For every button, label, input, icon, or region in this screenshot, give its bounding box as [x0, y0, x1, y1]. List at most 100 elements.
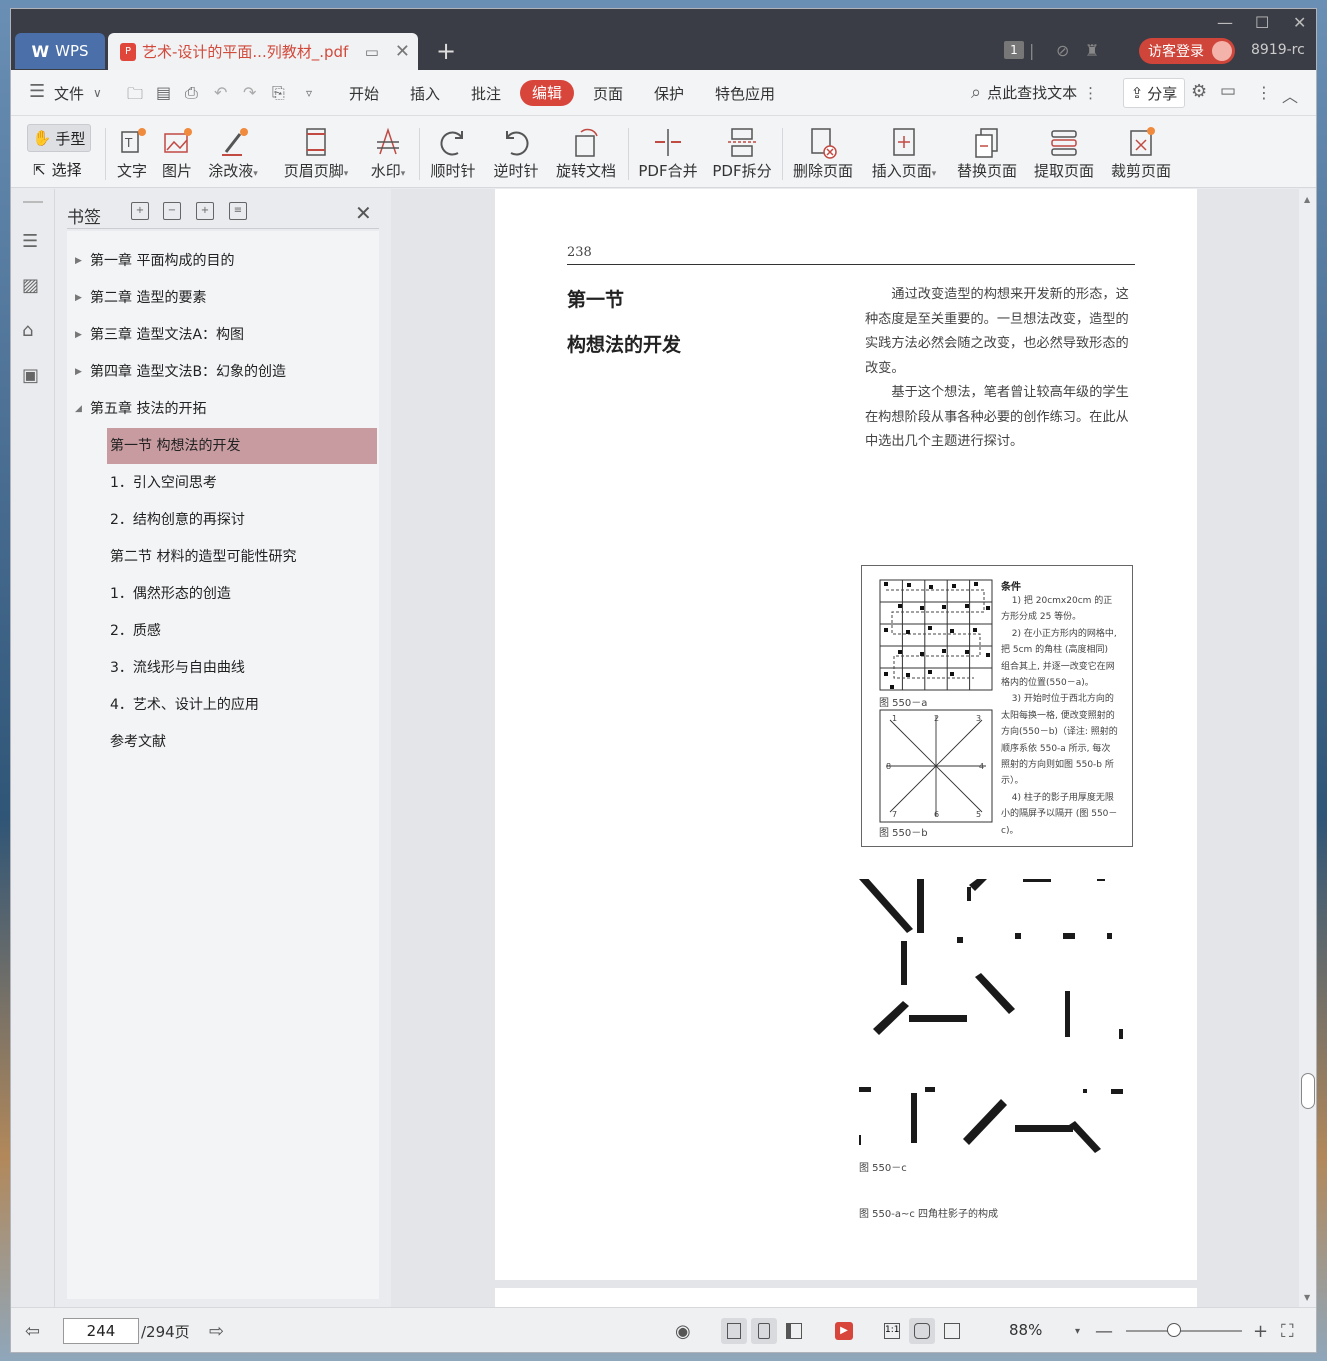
hand-tool-button[interactable]: ✋ 手型 [27, 124, 91, 152]
bookmark-item[interactable]: 3．流线形与自由曲线 [107, 650, 377, 686]
skin-icon[interactable]: ♜ [1085, 41, 1099, 60]
eye-protection-icon[interactable]: ◉ [675, 1321, 691, 1342]
bookmark-item[interactable]: 4．艺术、设计上的应用 [107, 687, 377, 723]
continuous-view-icon[interactable] [721, 1318, 747, 1344]
save-icon[interactable]: ▤ [156, 83, 171, 102]
redo-icon[interactable]: ↷ [243, 83, 256, 102]
bookmark-list-icon[interactable]: ☰ [22, 231, 42, 252]
more-vert-icon[interactable]: ⋮ [1083, 84, 1098, 102]
collapsed-arrow-icon[interactable]: ▶ [75, 354, 82, 390]
crop-page-tool[interactable]: 裁剪页面 [1109, 126, 1173, 181]
bookmark-item[interactable]: ◢ 第五章 技法的开拓 [67, 391, 379, 427]
next-page-icon[interactable]: ⇨ [209, 1321, 224, 1342]
dual-page-view-icon[interactable] [781, 1318, 807, 1344]
zoom-slider[interactable] [1126, 1330, 1242, 1332]
menu-protect[interactable]: 保护 [654, 83, 684, 104]
minimize-icon[interactable]: — [1217, 13, 1233, 32]
image-tool[interactable]: 图片 [159, 126, 195, 181]
insert-page-tool[interactable]: 插入页面▾ [868, 126, 940, 181]
layout-icon[interactable]: | [1029, 41, 1034, 60]
thumbnail-icon[interactable]: ▨ [22, 275, 42, 296]
collapsed-arrow-icon[interactable]: ▶ [75, 317, 82, 353]
settings-gear-icon[interactable]: ⚙ [1191, 81, 1207, 102]
rotate-clockwise-tool[interactable]: 顺时针 [428, 126, 478, 181]
collapse-all-icon[interactable]: − [163, 202, 181, 220]
extract-page-tool[interactable]: 提取页面 [1032, 126, 1096, 181]
single-page-view-icon[interactable] [751, 1318, 777, 1344]
document-tab[interactable]: P 艺术-设计的平面...列教材_.pdf ▭ ✕ [108, 33, 418, 70]
collapsed-arrow-icon[interactable]: ▶ [75, 243, 82, 279]
open-folder-icon[interactable]: 🗀 [127, 83, 143, 110]
bookmark-item[interactable]: 2．质感 [107, 613, 377, 649]
print-icon[interactable]: ⎙ [185, 83, 198, 103]
header-footer-tool[interactable]: 页眉页脚▾ [279, 126, 353, 181]
bookmark-item[interactable]: 1．引入空间思考 [107, 465, 377, 501]
replace-page-tool[interactable]: 替换页面 [955, 126, 1019, 181]
menu-page[interactable]: 页面 [593, 83, 623, 104]
guest-login-button[interactable]: 访客登录 [1139, 38, 1235, 64]
close-window-icon[interactable]: ✕ [1293, 13, 1306, 32]
export-icon[interactable]: ⎘ [272, 83, 285, 103]
share-button[interactable]: ⇪ 分享 [1123, 78, 1185, 108]
bookmark-item[interactable]: ▶ 第三章 造型文法A：构图 [67, 317, 379, 353]
menu-special[interactable]: 特色应用 [715, 83, 775, 104]
add-bookmark-icon[interactable]: + [196, 202, 214, 220]
page-number-input[interactable]: 244 [63, 1318, 139, 1344]
bookmark-item[interactable]: ▶ 第四章 造型文法B：幻象的创造 [67, 354, 379, 390]
maximize-icon[interactable]: ☐ [1255, 13, 1269, 32]
bookmark-item[interactable]: ▶ 第二章 造型的要素 [67, 280, 379, 316]
cloud-sync-icon[interactable]: ⊘ [1056, 41, 1069, 60]
zoom-in-icon[interactable]: + [1253, 1321, 1268, 1342]
pdf-split-tool[interactable]: PDF拆分 [711, 126, 773, 181]
menu-start[interactable]: 开始 [349, 83, 379, 104]
fullscreen-icon[interactable]: ⛶ [1281, 1321, 1294, 1342]
close-tab-icon[interactable]: ✕ [395, 41, 410, 62]
new-tab-button[interactable]: + [436, 37, 456, 65]
more-options-icon[interactable]: ⋮ [1256, 83, 1272, 102]
scroll-up-icon[interactable]: ▲ [1304, 195, 1310, 204]
bookmark-item[interactable]: ▶ 第一章 平面构成的目的 [67, 243, 379, 279]
correction-fluid-tool[interactable]: 涂改液▾ [205, 126, 261, 181]
bookmark-item[interactable]: 参考文献 [107, 724, 377, 760]
scroll-thumb[interactable] [1301, 1073, 1315, 1109]
more-dropdown-icon[interactable]: ▿ [306, 86, 312, 100]
previous-page-icon[interactable]: ⇦ [25, 1321, 40, 1342]
bookmark-item[interactable]: 2．结构创意的再探讨 [107, 502, 377, 538]
bookmark-item[interactable]: 1．偶然形态的创造 [107, 576, 377, 612]
zoom-slider-knob[interactable] [1167, 1323, 1181, 1337]
document-view[interactable]: 238 第一节 构想法的开发 通过改变造型的构想来开发新的形态，这种态度是至关重… [391, 189, 1308, 1307]
select-tool-button[interactable]: ⇱ 选择 [33, 159, 82, 180]
undo-icon[interactable]: ↶ [214, 83, 227, 102]
wps-home-tab[interactable]: W WPS [15, 33, 105, 69]
tag-icon[interactable]: ⌂ [22, 320, 42, 341]
watermark-tool[interactable]: 水印▾ [366, 126, 410, 181]
play-slideshow-icon[interactable]: ▶ [831, 1318, 857, 1344]
comment-icon[interactable]: ▭ [1220, 81, 1236, 101]
vertical-scrollbar[interactable]: ▲ ▼ [1299, 189, 1316, 1307]
zoom-dropdown-icon[interactable]: ▾ [1075, 1326, 1080, 1337]
fit-width-icon[interactable] [939, 1318, 965, 1344]
search-box[interactable]: ⌕ 点此查找文本 ⋮ [971, 82, 1098, 103]
collapsed-arrow-icon[interactable]: ▶ [75, 280, 82, 316]
text-tool[interactable]: T 文字 [114, 126, 150, 181]
pdf-merge-tool[interactable]: PDF合并 [637, 126, 699, 181]
bookmark-item[interactable]: 第二节 材料的造型可能性研究 [107, 539, 377, 575]
collapse-ribbon-icon[interactable]: ︿ [1282, 83, 1298, 107]
expanded-arrow-icon[interactable]: ◢ [75, 391, 82, 427]
expand-all-icon[interactable]: + [131, 202, 149, 220]
pin-icon[interactable]: ▭ [365, 43, 379, 61]
close-panel-icon[interactable]: ✕ [355, 201, 372, 225]
menu-edit[interactable]: 编辑 [520, 80, 574, 106]
scroll-down-icon[interactable]: ▼ [1304, 1293, 1310, 1302]
zoom-level[interactable]: 88% [1009, 1321, 1042, 1339]
fit-page-icon[interactable] [909, 1318, 935, 1344]
delete-page-tool[interactable]: 删除页面 [791, 126, 855, 181]
hamburger-menu-icon[interactable]: ☰ [29, 81, 45, 102]
menu-annotate[interactable]: 批注 [471, 83, 501, 104]
zoom-out-icon[interactable]: — [1095, 1321, 1113, 1342]
actual-size-icon[interactable]: 1:1 [879, 1318, 905, 1344]
bookmark-item[interactable]: 第一节 构想法的开发 [107, 428, 377, 464]
annotation-icon[interactable]: ▣ [22, 365, 42, 386]
file-menu[interactable]: 文件 [54, 83, 84, 104]
rotate-counterclockwise-tool[interactable]: 逆时针 [491, 126, 541, 181]
